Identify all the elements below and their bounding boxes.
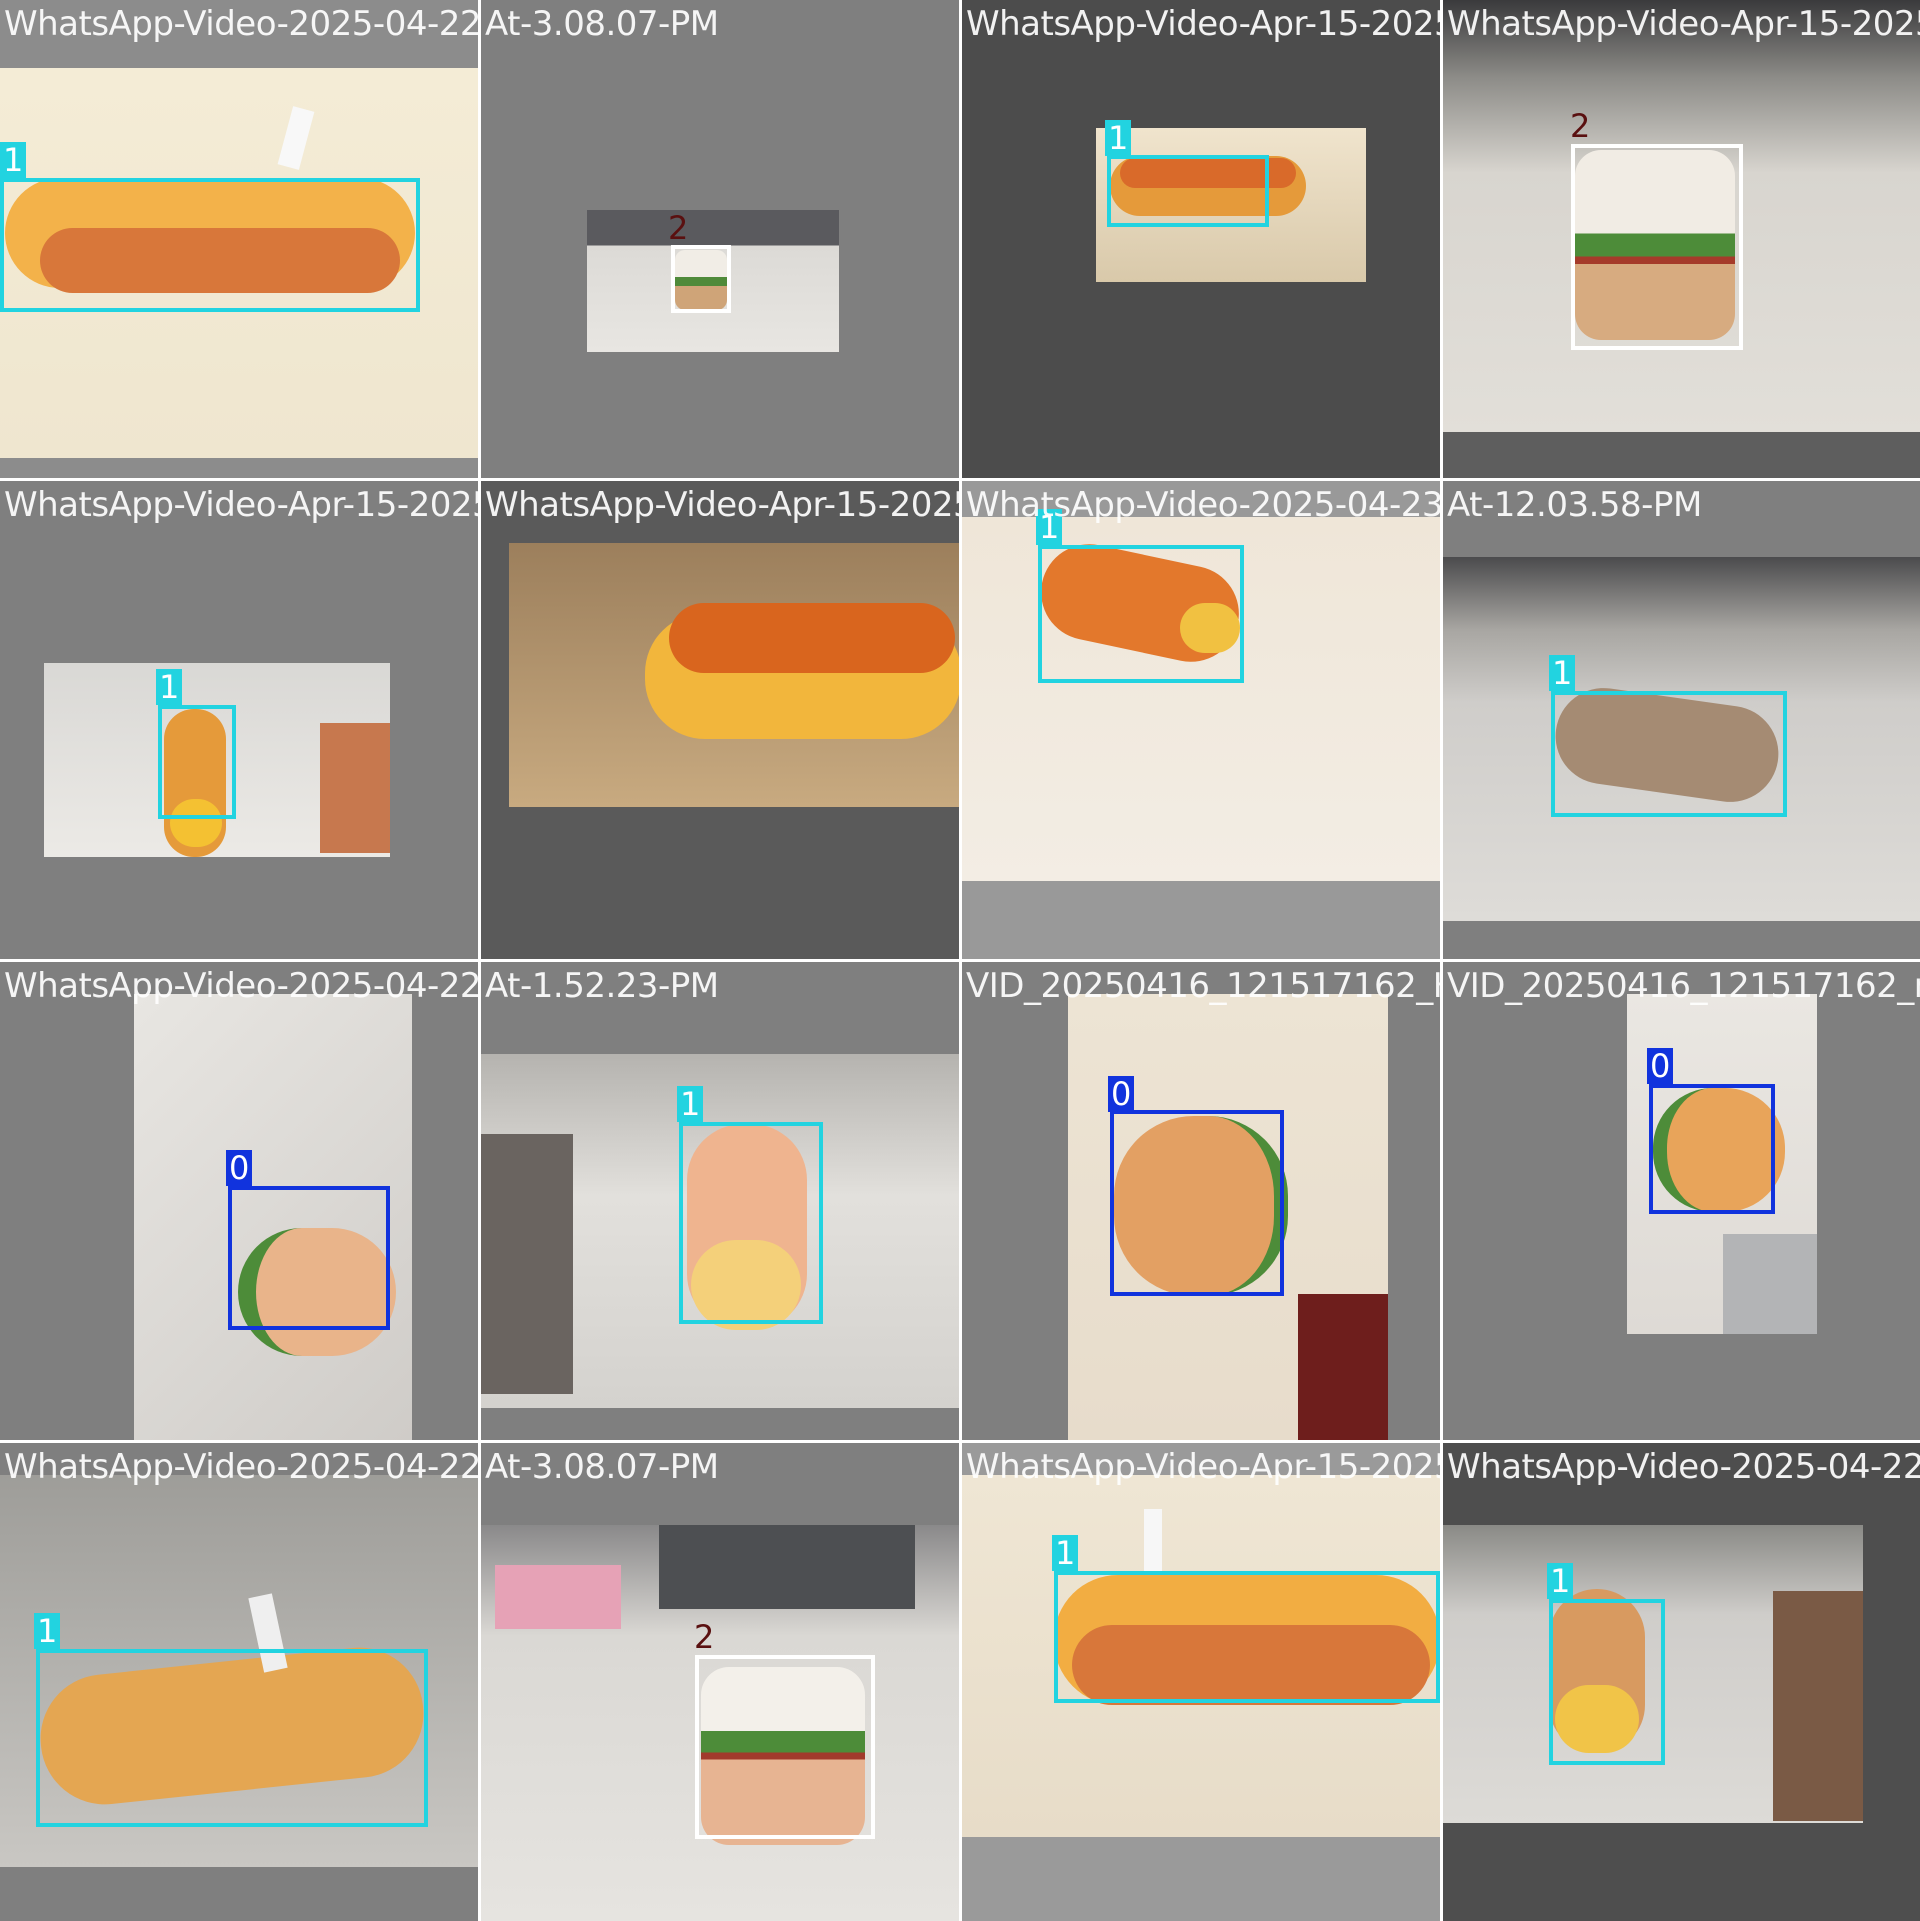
image-caption: WhatsApp-Video-2025-04-22 xyxy=(1447,1447,1920,1487)
image-caption: At-3.08.07-PM xyxy=(485,4,719,44)
mosaic-cell: 1 WhatsApp-Video-2025-04-22 xyxy=(0,0,478,478)
hotdog-tag xyxy=(1144,1509,1162,1571)
image-caption: WhatsApp-Video-2025-04-23 xyxy=(966,485,1440,525)
mosaic-cell: 2 At-3.08.07-PM xyxy=(481,1443,959,1921)
class-tag: 1 xyxy=(1549,655,1576,691)
mosaic-cell: 2 WhatsApp-Video-Apr-15-2025-8_mp4-0008_… xyxy=(1443,0,1920,478)
mosaic-cell: 1 WhatsApp-Video-Apr-15-2025-5_mp4-0030_… xyxy=(962,0,1440,478)
class-tag: 1 xyxy=(1547,1563,1574,1599)
detection-box xyxy=(158,705,236,819)
class-tag: 0 xyxy=(1647,1048,1674,1084)
mosaic-cell: 1 At-1.52.23-PM xyxy=(481,962,959,1440)
laptop xyxy=(659,1525,915,1609)
detection-box xyxy=(1549,1599,1665,1765)
class-tag: 2 xyxy=(668,209,689,247)
mosaic-grid: 1 WhatsApp-Video-2025-04-22 2 At-3.08.07… xyxy=(0,0,1920,1921)
mosaic-cell: 1 WhatsApp-Video-2025-04-23 xyxy=(962,481,1440,959)
image-caption: WhatsApp-Video-Apr-15-2025-7_mp4-0062_jp… xyxy=(966,1447,1440,1487)
box-packaging xyxy=(495,1565,621,1629)
image-caption: WhatsApp-Video-2025-04-22 xyxy=(4,4,478,44)
detection-box xyxy=(1107,155,1269,227)
background-person xyxy=(481,1134,573,1394)
class-tag: 1 xyxy=(1105,120,1132,156)
image-caption: VID_20250416_121517162_HD_mp4-0043_jpg xyxy=(966,966,1440,1006)
image-caption: VID_20250416_121517162_mp4-0056_jpg xyxy=(1447,966,1920,1006)
background-person xyxy=(1773,1591,1863,1821)
detection-box xyxy=(228,1186,390,1330)
background-shadow xyxy=(1298,1294,1388,1440)
detection-box xyxy=(695,1655,875,1839)
mosaic-cell: 0 VID_20250416_121517162_mp4-0056_jpg xyxy=(1443,962,1920,1440)
detection-box xyxy=(36,1649,428,1827)
class-tag: 1 xyxy=(156,669,183,705)
mosaic-cell: WhatsApp-Video-Apr-15-2025-8_mp4-0018_jp… xyxy=(481,481,959,959)
photo xyxy=(509,543,959,807)
mosaic-cell: 0 VID_20250416_121517162_HD_mp4-0043_jpg xyxy=(962,962,1440,1440)
mosaic-cell: 1 WhatsApp-Video-2025-04-22 xyxy=(1443,1443,1920,1921)
hotdog-tag xyxy=(277,106,315,170)
class-tag: 0 xyxy=(1108,1076,1135,1112)
image-caption: At-3.08.07-PM xyxy=(485,1447,719,1487)
class-tag: 2 xyxy=(694,1618,715,1656)
detection-box xyxy=(1054,1571,1440,1703)
detection-box xyxy=(671,245,731,313)
class-tag: 1 xyxy=(677,1086,704,1122)
image-caption: WhatsApp-Video-Apr-15-2025-5_mp4-0030_jp… xyxy=(966,4,1440,44)
class-tag: 1 xyxy=(34,1613,61,1649)
image-caption: WhatsApp-Video-Apr-15-2025-8_mp4-0018_jp… xyxy=(485,485,959,525)
class-tag: 1 xyxy=(1052,1535,1079,1571)
background-person xyxy=(320,723,390,853)
class-tag: 2 xyxy=(1570,107,1591,145)
image-caption: At-12.03.58-PM xyxy=(1447,485,1702,525)
detection-box xyxy=(679,1122,823,1324)
detection-box xyxy=(1649,1084,1775,1214)
image-caption: WhatsApp-Video-Apr-15-2025-8_mp4-0008_jp… xyxy=(1447,4,1920,44)
mosaic-cell: 1 WhatsApp-Video-Apr-15-2025-6_mp4-0036_… xyxy=(0,481,478,959)
detection-box xyxy=(1110,1110,1284,1296)
mosaic-cell: 2 At-3.08.07-PM xyxy=(481,0,959,478)
bun-top xyxy=(669,603,955,673)
mosaic-cell: 0 WhatsApp-Video-2025-04-22 xyxy=(0,962,478,1440)
mosaic-cell: 1 At-12.03.58-PM xyxy=(1443,481,1920,959)
detection-box xyxy=(0,178,420,312)
image-caption: WhatsApp-Video-2025-04-22 xyxy=(4,1447,478,1487)
detection-box xyxy=(1571,144,1743,350)
detection-box xyxy=(1551,691,1787,817)
mosaic-cell: 1 WhatsApp-Video-2025-04-22 xyxy=(0,1443,478,1921)
image-caption: WhatsApp-Video-2025-04-22 xyxy=(4,966,478,1006)
mosaic-cell: 1 WhatsApp-Video-Apr-15-2025-7_mp4-0062_… xyxy=(962,1443,1440,1921)
class-tag: 0 xyxy=(226,1150,253,1186)
detection-box xyxy=(1038,545,1244,683)
laptop-corner xyxy=(1723,1234,1817,1334)
image-caption: At-1.52.23-PM xyxy=(485,966,719,1006)
class-tag: 1 xyxy=(0,142,27,178)
image-caption: WhatsApp-Video-Apr-15-2025-6_mp4-0036_jp… xyxy=(4,485,478,525)
